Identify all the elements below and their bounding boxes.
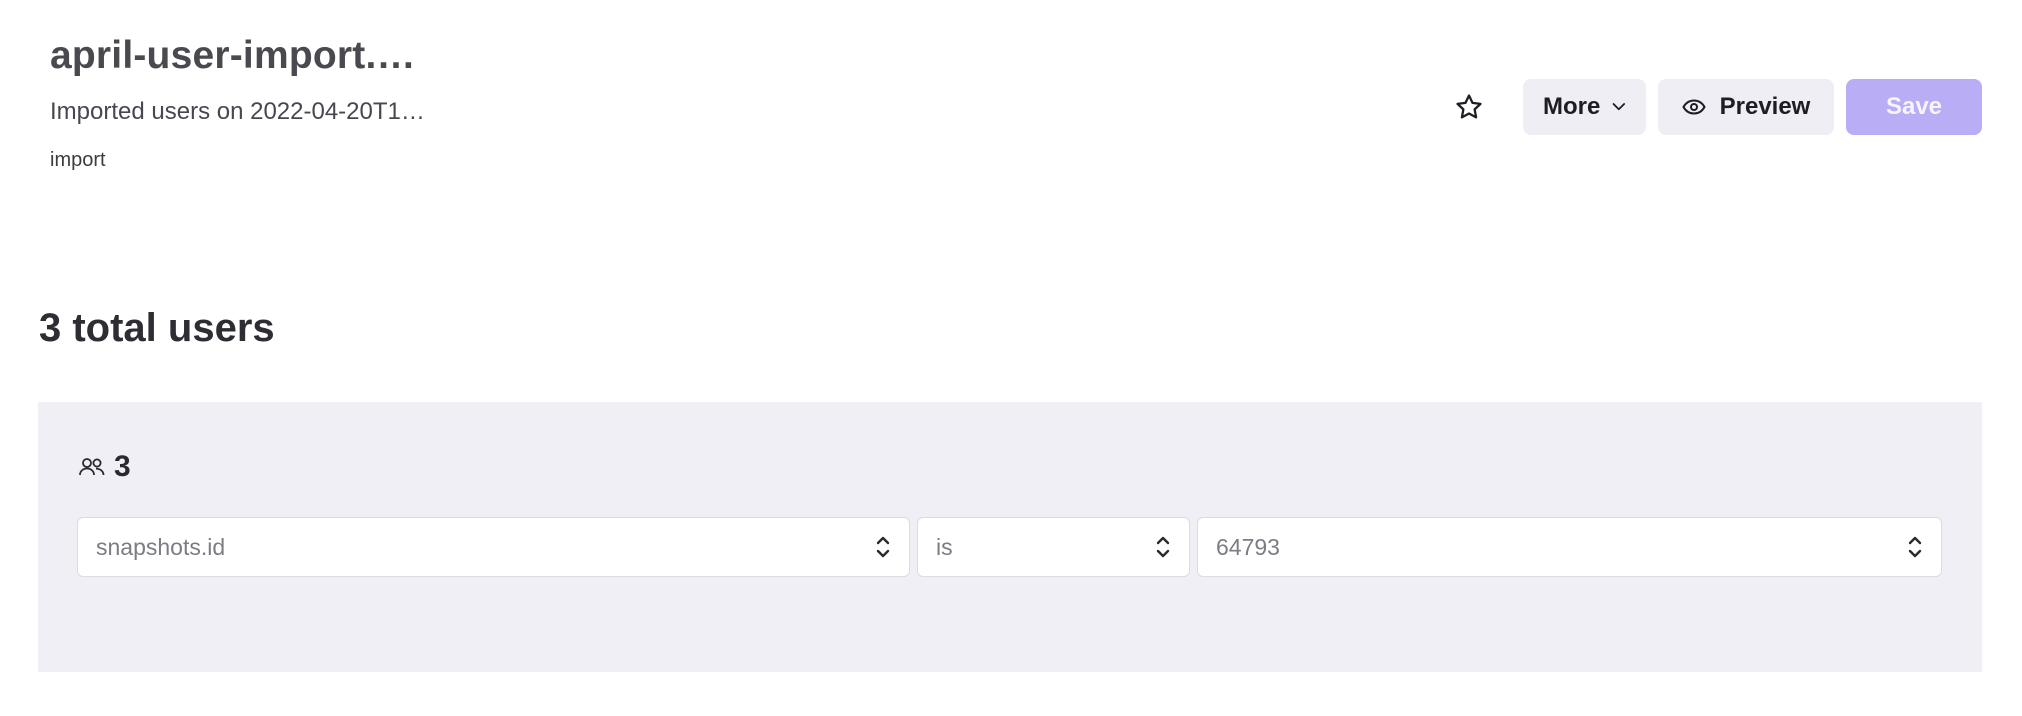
segment-panel: 3 snapshots.id is 64793	[38, 402, 1982, 672]
more-button[interactable]: More	[1523, 79, 1646, 135]
filter-operator-select[interactable]: is	[917, 517, 1190, 577]
page-header: april-user-import.… Imported users on 20…	[0, 0, 2022, 210]
preview-button[interactable]: Preview	[1658, 79, 1834, 135]
user-count: 3	[78, 450, 131, 484]
eye-icon	[1681, 99, 1706, 115]
filter-field-select[interactable]: snapshots.id	[77, 517, 910, 577]
star-icon	[1456, 94, 1482, 119]
user-count-value: 3	[114, 450, 131, 483]
page-title: april-user-import.…	[50, 34, 416, 77]
save-button[interactable]: Save	[1846, 79, 1982, 135]
filter-field-value: snapshots.id	[96, 533, 226, 560]
favorite-button[interactable]	[1441, 79, 1497, 135]
header-actions: More Preview Save	[1441, 79, 1982, 135]
filter-value-text: 64793	[1216, 533, 1280, 560]
sort-arrows-icon	[1908, 536, 1922, 558]
page-subtitle: Imported users on 2022-04-20T1…	[50, 98, 425, 125]
more-button-label: More	[1543, 93, 1601, 120]
save-button-label: Save	[1885, 93, 1943, 120]
sort-arrows-icon	[1156, 536, 1170, 558]
filter-operator-value: is	[936, 533, 953, 560]
tag-label[interactable]: import	[50, 149, 106, 172]
sort-arrows-icon	[876, 536, 890, 558]
chevron-down-icon	[1612, 103, 1626, 111]
filter-value-select[interactable]: 64793	[1197, 517, 1942, 577]
total-users-heading: 3 total users	[39, 306, 275, 350]
users-icon	[79, 458, 105, 476]
preview-button-label: Preview	[1719, 93, 1811, 120]
